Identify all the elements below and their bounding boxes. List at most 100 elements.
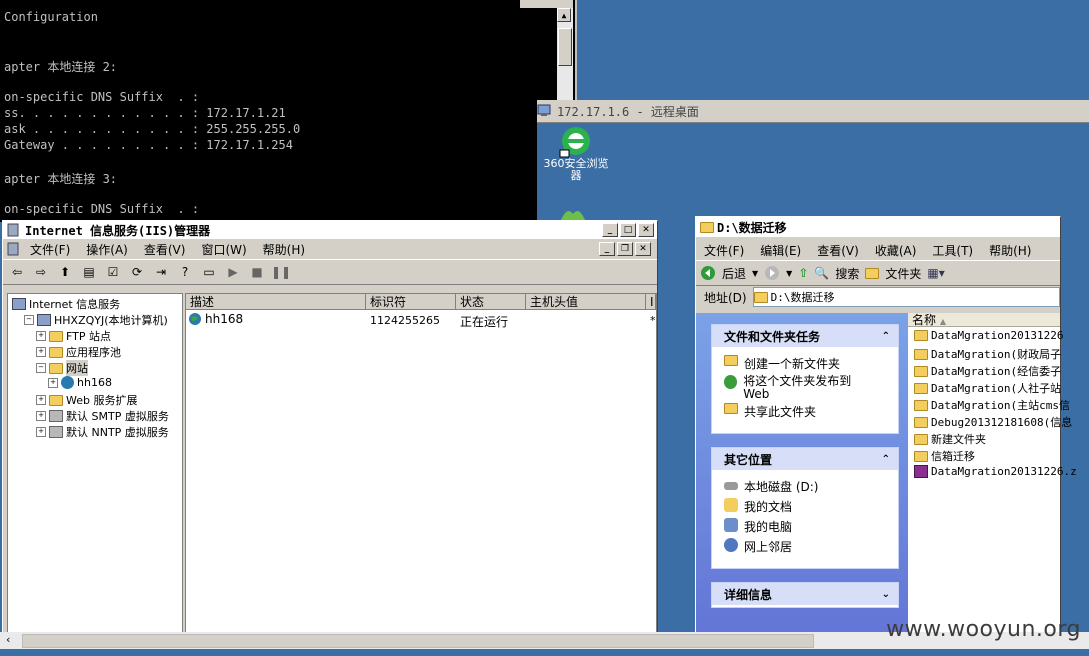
expand-icon[interactable]: + [36, 411, 46, 421]
pause-icon[interactable]: ❚❚ [271, 263, 291, 281]
start-icon[interactable]: ▶ [223, 263, 243, 281]
place-my-computer[interactable]: 我的电脑 [724, 518, 792, 535]
menu-action[interactable]: 操作(A) [86, 241, 128, 258]
show-tree-icon[interactable]: ▤ [79, 263, 99, 281]
forward-arrow-icon[interactable]: ⇨ [31, 263, 51, 281]
tree-item[interactable]: + 默认 SMTP 虚拟服务 [36, 408, 169, 424]
explorer-window[interactable]: D:\数据迁移 文件(F) 编辑(E) 查看(V) 收藏(A) 工具(T) 帮助… [695, 216, 1077, 636]
list-item[interactable]: DataMgration20131226.z [914, 465, 1077, 478]
list-item[interactable]: DataMgration(财政局子 [914, 346, 1061, 362]
tree-item[interactable]: − 网站 [36, 360, 88, 376]
computer-icon[interactable]: ▭ [199, 263, 219, 281]
list-item[interactable]: DataMgration(人社子站 [914, 380, 1061, 396]
menu-favorites[interactable]: 收藏(A) [875, 242, 917, 259]
back-arrow-icon[interactable]: ⇦ [7, 263, 27, 281]
list-item[interactable]: DataMgration20131226 [914, 329, 1063, 342]
explorer-titlebar[interactable]: D:\数据迁移 [696, 217, 1060, 237]
forward-icon[interactable] [764, 265, 780, 281]
desktop-icon-360[interactable]: 360安全浏览器 [541, 124, 611, 182]
expand-icon[interactable]: + [36, 427, 46, 437]
address-input[interactable]: D:\数据迁移 [752, 287, 1060, 307]
menu-help[interactable]: 帮助(H) [989, 242, 1031, 259]
list-item[interactable]: DataMgration(主站cms信 [914, 397, 1070, 413]
scroll-thumb[interactable] [558, 28, 572, 66]
tree-item[interactable]: + Web 服务扩展 [36, 392, 137, 408]
expand-icon[interactable]: + [36, 331, 46, 341]
properties-icon[interactable]: ☑ [103, 263, 123, 281]
minimize-button[interactable]: _ [602, 223, 618, 237]
menu-view[interactable]: 查看(V) [144, 241, 186, 258]
search-button[interactable]: 搜索 [835, 265, 859, 282]
menu-file[interactable]: 文件(F) [30, 241, 70, 258]
details-panel-header[interactable]: 详细信息 ⌄ [712, 583, 898, 605]
child-close-button[interactable]: ✕ [635, 242, 651, 256]
tree-item[interactable]: Internet 信息服务 [12, 296, 120, 312]
menu-view[interactable]: 查看(V) [817, 242, 859, 259]
tree-item[interactable]: + 默认 NNTP 虚拟服务 [36, 424, 169, 440]
places-panel-header[interactable]: 其它位置 ⌃ [712, 448, 898, 470]
col-ip[interactable]: I [646, 294, 656, 310]
expand-icon[interactable]: + [36, 347, 46, 357]
menu-edit[interactable]: 编辑(E) [760, 242, 801, 259]
scroll-up-icon[interactable]: ▲ [557, 8, 571, 22]
list-item[interactable]: DataMgration(经信委子 [914, 363, 1061, 379]
iis-titlebar[interactable]: Internet 信息服务(IIS)管理器 _ □ ✕ [3, 221, 657, 239]
back-dropdown-icon[interactable]: ▼ [752, 269, 758, 278]
up-folder-icon[interactable]: ⬆ [55, 263, 75, 281]
back-icon[interactable] [700, 265, 716, 281]
place-my-documents[interactable]: 我的文档 [724, 498, 792, 515]
forward-dropdown-icon[interactable]: ▼ [786, 269, 792, 278]
iis-site-list[interactable]: 描述 标识符 状态 主机头值 I hh168 1124255265 正在运行 * [185, 293, 657, 635]
col-desc[interactable]: 描述 [186, 294, 366, 310]
close-button[interactable]: ✕ [638, 223, 654, 237]
search-icon[interactable]: 🔍 [814, 266, 829, 280]
expand-icon[interactable]: + [48, 377, 58, 388]
menu-window[interactable]: 窗口(W) [201, 241, 246, 258]
task-publish-web[interactable]: 将这个文件夹发布到 Web [724, 375, 874, 401]
stop-icon[interactable]: ■ [247, 263, 267, 281]
tasks-panel-header[interactable]: 文件和文件夹任务 ⌃ [712, 325, 898, 347]
collapse-icon[interactable]: ⌃ [882, 454, 890, 465]
scroll-left-icon[interactable]: ‹ [6, 633, 10, 646]
menu-help[interactable]: 帮助(H) [263, 241, 305, 258]
maximize-button[interactable]: □ [620, 223, 636, 237]
child-minimize-button[interactable]: _ [599, 242, 615, 256]
place-local-disk[interactable]: 本地磁盘 (D:) [724, 478, 818, 495]
export-icon[interactable]: ⇥ [151, 263, 171, 281]
tree-item[interactable]: + FTP 站点 [36, 328, 111, 344]
menu-file[interactable]: 文件(F) [704, 242, 744, 259]
refresh-icon[interactable]: ⟳ [127, 263, 147, 281]
collapse-icon[interactable]: − [24, 315, 34, 325]
task-share-folder[interactable]: 共享此文件夹 [724, 403, 816, 420]
console-window[interactable]: Configuration apter 本地连接 2: on-specific DN… [0, 0, 577, 222]
col-status[interactable]: 状态 [456, 294, 526, 310]
col-host[interactable]: 主机头值 [526, 294, 646, 310]
help-icon[interactable]: ? [175, 263, 195, 281]
col-id[interactable]: 标识符 [366, 294, 456, 310]
expand-icon[interactable]: + [36, 395, 46, 405]
list-item[interactable]: 新建文件夹 [914, 431, 986, 447]
tree-item[interactable]: + 应用程序池 [36, 344, 121, 360]
place-network[interactable]: 网上邻居 [724, 538, 792, 555]
table-row[interactable]: hh168 [188, 312, 243, 326]
tree-item[interactable]: + hh168 [48, 376, 112, 389]
back-button[interactable]: 后退 [722, 265, 746, 282]
tree-item[interactable]: − HHXZQYJ(本地计算机) [24, 312, 168, 328]
views-icon[interactable]: ▦▾ [927, 266, 944, 280]
child-restore-button[interactable]: ❐ [617, 242, 633, 256]
up-folder-icon[interactable]: ⇧ [798, 266, 808, 280]
iis-manager-window[interactable]: Internet 信息服务(IIS)管理器 _ □ ✕ 文件(F) 操作(A) … [2, 220, 658, 640]
collapse-icon[interactable]: ⌃ [882, 331, 890, 342]
name-column-header[interactable]: 名称 ▲ [908, 313, 1060, 327]
expand-icon[interactable]: ⌄ [882, 589, 890, 600]
rdp-titlebar[interactable]: 172.17.1.6 - 远程桌面 [537, 100, 1089, 123]
task-new-folder[interactable]: 创建一个新文件夹 [724, 355, 840, 372]
menu-tools[interactable]: 工具(T) [932, 242, 973, 259]
folders-button[interactable]: 文件夹 [885, 265, 921, 282]
folders-icon[interactable] [865, 267, 880, 279]
iis-tree[interactable]: Internet 信息服务 − HHXZQYJ(本地计算机) + FTP 站点 + 应用程序… [7, 293, 183, 635]
collapse-icon[interactable]: − [36, 363, 46, 373]
list-item[interactable]: 信箱迁移 [914, 448, 975, 464]
list-item[interactable]: Debug201312181608(信息 [914, 414, 1072, 430]
hscroll-thumb[interactable] [22, 634, 814, 648]
